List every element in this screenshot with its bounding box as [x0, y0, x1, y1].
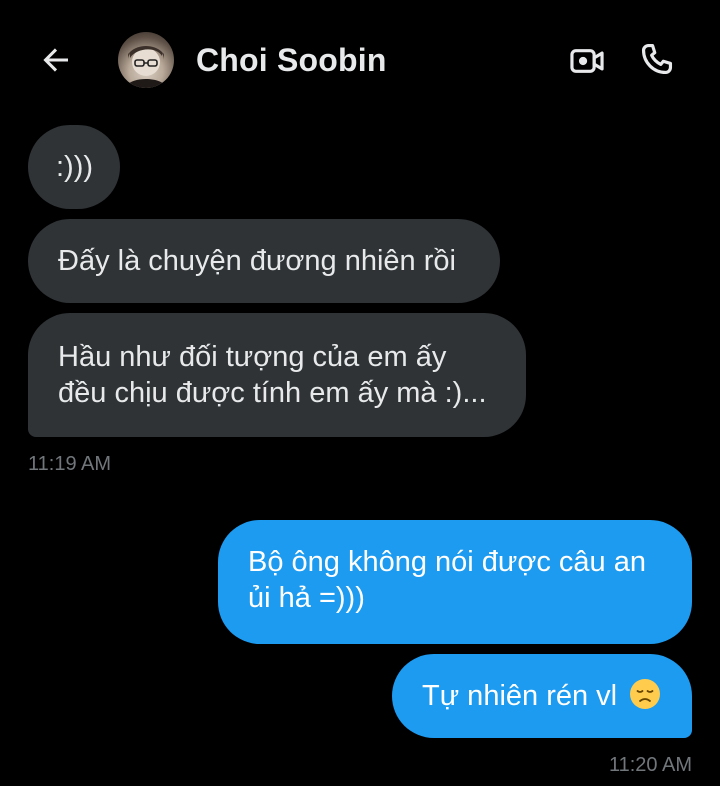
disappointed-face-emoji [630, 679, 661, 709]
message-timestamp: 11:20 AM [608, 754, 692, 776]
incoming-message-bubble[interactable]: Hầu như đối tượng của em ấy đều chịu đượ… [28, 313, 526, 437]
message-text: Tự nhiên rén vl [422, 680, 618, 712]
avatar[interactable] [118, 32, 174, 88]
outgoing-message-bubble[interactable]: Tự nhiên rén vl [392, 654, 692, 738]
message-text: Bộ ông không nói được câu an [248, 546, 646, 578]
message-text: đều chịu được tính em ấy mà :)... [58, 377, 487, 409]
voice-call-button[interactable] [636, 38, 678, 80]
video-call-button[interactable] [566, 40, 608, 82]
message-text: Hầu như đối tượng của em ấy [58, 341, 447, 373]
outgoing-message-bubble[interactable]: Bộ ông không nói được câu an ủi hả =))) [218, 520, 692, 644]
incoming-message-bubble[interactable]: Đấy là chuyện đương nhiên rồi [28, 219, 500, 303]
back-button[interactable] [36, 40, 76, 80]
message-text: ủi hả =))) [248, 582, 365, 614]
conversation-header: Choi Soobin [0, 0, 720, 124]
message-text: :))) [56, 151, 94, 183]
message-text: Đấy là chuyện đương nhiên rồi [58, 245, 456, 277]
message-timestamp: 11:19 AM [28, 453, 112, 475]
video-camera-icon [570, 49, 604, 73]
phone-icon [641, 43, 673, 75]
avatar-image [126, 46, 166, 88]
incoming-message-bubble[interactable]: :))) [28, 125, 120, 209]
arrow-left-icon [43, 48, 68, 72]
contact-name[interactable]: Choi Soobin [196, 42, 387, 79]
